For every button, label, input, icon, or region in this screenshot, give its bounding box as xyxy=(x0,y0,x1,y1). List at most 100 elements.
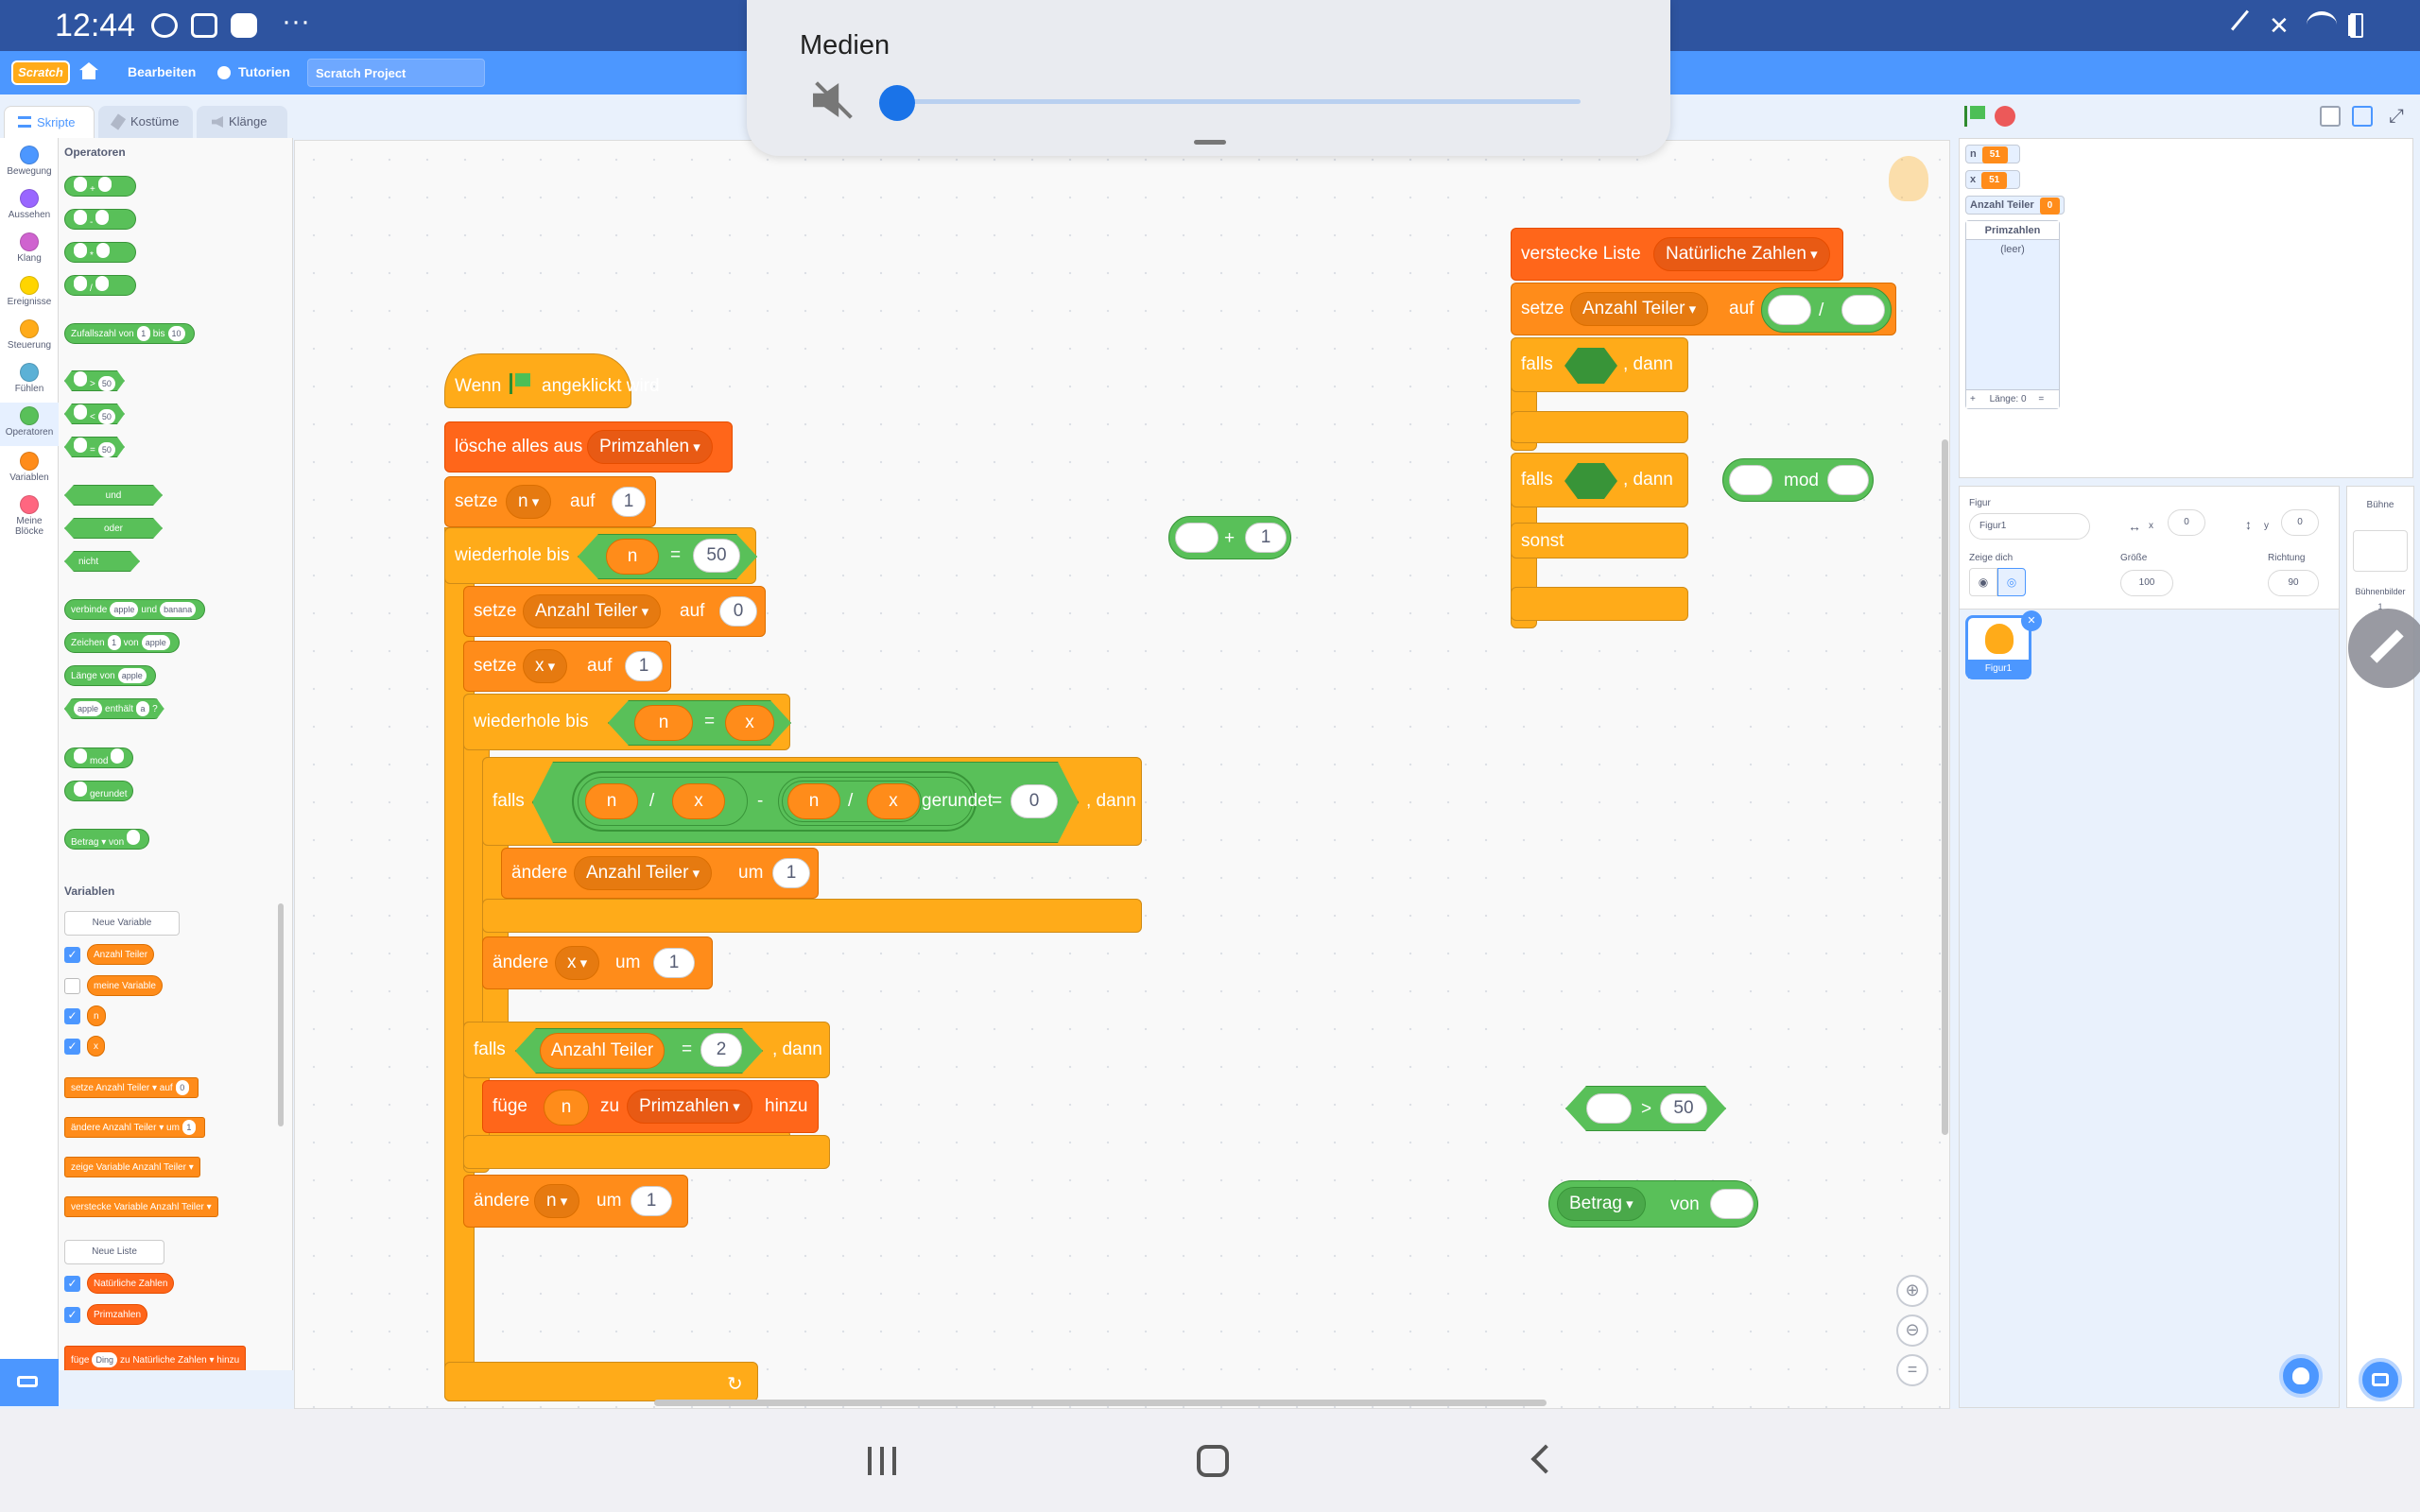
value[interactable]: 50 xyxy=(98,409,115,424)
if-divisible-block[interactable]: falls n / x - n / x gerundet = 0 , dann xyxy=(482,757,1142,846)
list-dropdown[interactable]: Natürliche Zahlen xyxy=(132,1355,206,1366)
value-input[interactable]: 0 xyxy=(719,596,757,627)
loose-mod-operator[interactable]: mod xyxy=(1722,458,1874,502)
if-else-block[interactable]: falls , dann xyxy=(1511,453,1688,507)
set-anzahl-teiler-block[interactable]: setze Anzahl Teiler auf 0 xyxy=(463,586,766,637)
recent-apps-button[interactable] xyxy=(868,1447,896,1475)
variable-dropdown[interactable]: n xyxy=(534,1184,580,1218)
add-sprite-button[interactable] xyxy=(2279,1354,2323,1398)
green-flag-button[interactable] xyxy=(1964,106,1985,127)
repeat-until-n-x-block[interactable]: wiederhole bis n = x xyxy=(463,694,790,750)
value-input[interactable] xyxy=(1841,295,1885,325)
palette-random-block[interactable]: Zufallszahl von 1 bis 10 xyxy=(64,323,195,344)
variable-dropdown[interactable]: Anzahl Teiler xyxy=(574,856,713,890)
tab-costumes[interactable]: Kostüme xyxy=(98,106,193,138)
palette-round-block[interactable]: gerundet xyxy=(64,781,134,801)
hide-sprite-button[interactable]: ◎ xyxy=(1997,568,2026,596)
value[interactable]: 1 xyxy=(136,326,150,341)
value-input[interactable] xyxy=(1768,295,1811,325)
list-reporter-primzahlen[interactable]: Primzahlen xyxy=(87,1304,148,1325)
n-reporter[interactable]: n xyxy=(634,705,693,741)
if-teiler-equals-2-block[interactable]: falls Anzahl Teiler = 2 , dann xyxy=(463,1022,830,1078)
value-input[interactable]: 1 xyxy=(631,1186,672,1216)
palette-greater-block[interactable]: >50 xyxy=(64,370,125,391)
script-workspace[interactable]: Wenn angeklickt wird lösche alles aus Pr… xyxy=(294,140,1950,1409)
list-dropdown[interactable]: Primzahlen xyxy=(627,1090,752,1124)
category-looks[interactable]: Aussehen xyxy=(0,189,59,220)
value[interactable]: 50 xyxy=(98,376,115,391)
delete-sprite-button[interactable]: ✕ xyxy=(2021,610,2042,631)
floating-edit-button[interactable] xyxy=(2348,609,2420,688)
value[interactable]: apple xyxy=(110,602,139,617)
horizontal-scrollbar[interactable] xyxy=(654,1400,1547,1406)
set-x-block[interactable]: setze x auf 1 xyxy=(463,641,671,692)
value-input[interactable]: 1 xyxy=(625,651,663,681)
var-dropdown[interactable]: Anzahl Teiler xyxy=(132,1162,186,1173)
variable-dropdown[interactable]: x xyxy=(555,946,600,980)
set-n-block[interactable]: setze n auf 1 xyxy=(444,476,656,527)
repeat-until-n-50-block[interactable]: wiederhole bis n = 50 xyxy=(444,527,756,584)
n-reporter[interactable]: n xyxy=(544,1090,589,1125)
value[interactable]: apple xyxy=(141,635,170,650)
value-input[interactable]: 0 xyxy=(1011,784,1058,818)
volume-slider-thumb[interactable] xyxy=(879,85,915,121)
loose-abs-operator[interactable]: Betrag von xyxy=(1548,1180,1758,1228)
value[interactable]: 0 xyxy=(175,1080,189,1095)
new-variable-button[interactable]: Neue Variable xyxy=(64,911,180,936)
empty-condition-slot[interactable] xyxy=(1564,463,1617,499)
zoom-reset-button[interactable]: = xyxy=(1896,1354,1928,1386)
list-checkbox[interactable]: ✓ xyxy=(64,1307,80,1323)
palette-multiply-block[interactable]: * xyxy=(64,242,136,263)
n-reporter[interactable]: n xyxy=(585,783,638,819)
n-reporter[interactable]: n xyxy=(606,539,659,575)
palette-join-block[interactable]: verbinde apple und banana xyxy=(64,599,206,620)
y-input[interactable]: 0 xyxy=(2281,509,2319,536)
variable-checkbox[interactable]: ✓ xyxy=(64,947,80,963)
x-reporter[interactable]: x xyxy=(725,705,774,741)
variable-reporter-meine-variable[interactable]: meine Variable xyxy=(87,975,163,996)
fullscreen-icon[interactable]: ⤢ xyxy=(2386,106,2407,127)
volume-slider-track[interactable] xyxy=(898,99,1581,104)
back-button[interactable] xyxy=(1530,1444,1561,1474)
value[interactable]: 50 xyxy=(98,442,115,457)
category-operators[interactable]: Operatoren xyxy=(0,403,59,446)
divide-operator[interactable]: / xyxy=(1761,287,1892,333)
value-input[interactable]: 1 xyxy=(772,858,810,888)
x-reporter[interactable]: x xyxy=(672,783,725,819)
home-icon[interactable] xyxy=(79,62,98,79)
size-input[interactable]: 100 xyxy=(2120,570,2173,596)
when-flag-clicked-block[interactable]: Wenn angeklickt wird xyxy=(444,353,660,408)
palette-abs-block[interactable]: Betrag ▾ von xyxy=(64,829,150,850)
add-backdrop-button[interactable] xyxy=(2359,1358,2402,1401)
palette-mod-block[interactable]: mod xyxy=(64,747,134,768)
list-dropdown[interactable]: Primzahlen xyxy=(587,430,713,464)
variable-dropdown[interactable]: n xyxy=(506,485,552,519)
variable-checkbox[interactable] xyxy=(64,978,80,994)
small-stage-button[interactable] xyxy=(2320,106,2341,127)
value-input[interactable] xyxy=(1710,1189,1754,1219)
var-dropdown[interactable]: Anzahl Teiler xyxy=(150,1202,204,1212)
large-stage-button[interactable] xyxy=(2352,106,2373,127)
delete-all-of-list-block[interactable]: lösche alles aus Primzahlen xyxy=(444,421,733,472)
home-button[interactable] xyxy=(1197,1445,1229,1477)
function-dropdown[interactable]: Betrag xyxy=(1557,1187,1646,1221)
set-anzahl-teiler-div-block[interactable]: setze Anzahl Teiler auf / xyxy=(1511,283,1896,335)
palette-change-block[interactable]: ändere Anzahl Teiler ▾ um 1 xyxy=(64,1117,205,1138)
list-resize-handle[interactable]: = xyxy=(2038,394,2044,404)
variable-dropdown[interactable]: Anzahl Teiler xyxy=(1570,292,1709,326)
x-input[interactable]: 0 xyxy=(2168,509,2205,536)
variable-checkbox[interactable]: ✓ xyxy=(64,1008,80,1024)
variable-dropdown[interactable]: Anzahl Teiler xyxy=(523,594,662,628)
palette-length-block[interactable]: Länge von apple xyxy=(64,665,156,686)
value[interactable]: 1 xyxy=(182,1120,196,1135)
tab-scripts[interactable]: Skripte xyxy=(4,106,95,138)
hide-list-block[interactable]: verstecke Liste Natürliche Zahlen xyxy=(1511,228,1843,281)
category-control[interactable]: Steuerung xyxy=(0,319,59,351)
list-checkbox[interactable]: ✓ xyxy=(64,1276,80,1292)
value-input[interactable] xyxy=(1827,465,1869,495)
if-empty-block[interactable]: falls , dann xyxy=(1511,337,1688,392)
palette-hide-variable-block[interactable]: verstecke Variable Anzahl Teiler ▾ xyxy=(64,1196,218,1217)
category-sensing[interactable]: Fühlen xyxy=(0,363,59,394)
zoom-out-button[interactable]: ⊖ xyxy=(1896,1314,1928,1347)
panel-drag-handle[interactable] xyxy=(1194,140,1226,145)
